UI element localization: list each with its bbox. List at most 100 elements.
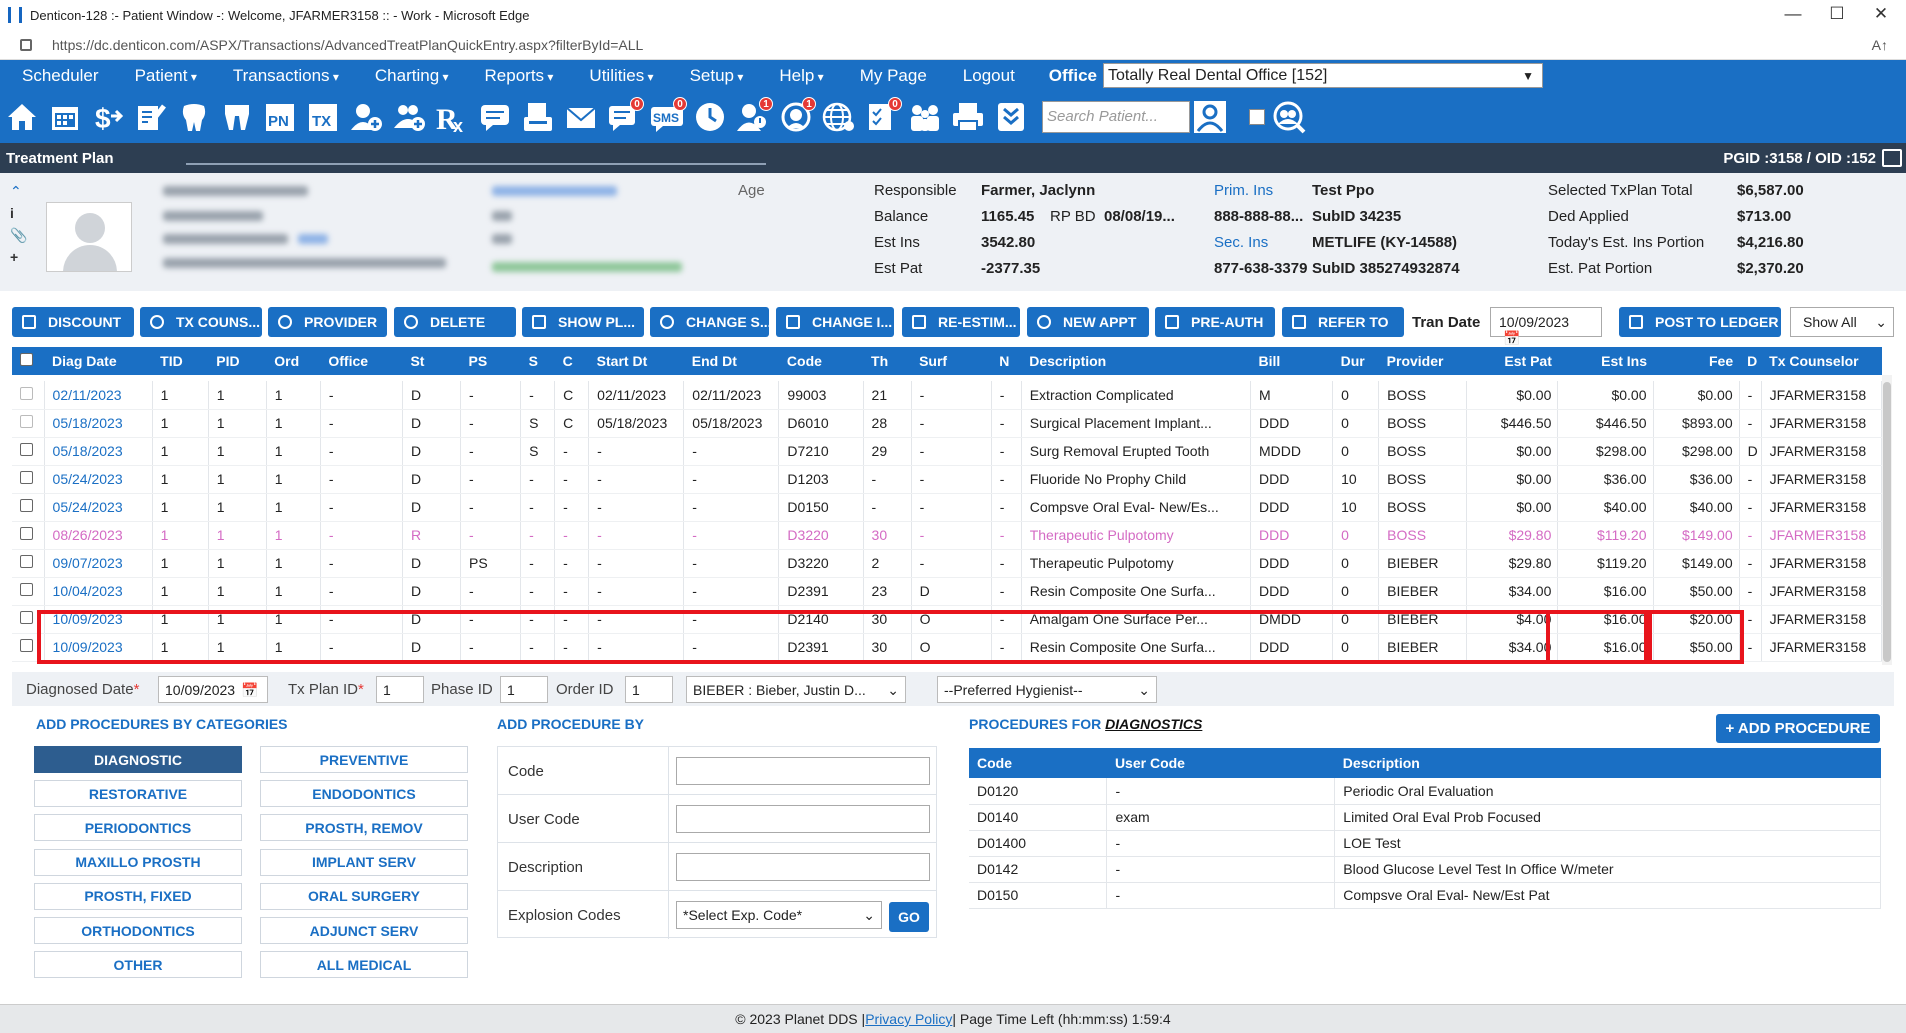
- proc-col-code[interactable]: Code: [969, 748, 1107, 778]
- group-search-icon[interactable]: [1271, 97, 1307, 137]
- row-select-cell[interactable]: [12, 521, 45, 550]
- list-item[interactable]: D0140 exam Limited Oral Eval Prob Focused: [969, 804, 1881, 831]
- change-ins-button[interactable]: CHANGE I...: [776, 307, 894, 337]
- tooth-icon[interactable]: [176, 97, 212, 137]
- tx-icon[interactable]: TX: [305, 97, 341, 137]
- url-text[interactable]: https://dc.denticon.com/ASPX/Transaction…: [52, 37, 643, 53]
- sms-icon[interactable]: SMS 0: [649, 97, 687, 137]
- calendar-icon[interactable]: 📅: [1503, 330, 1520, 346]
- col-office[interactable]: Office: [320, 347, 403, 375]
- address-bar[interactable]: https://dc.denticon.com/ASPX/Transaction…: [0, 30, 1906, 60]
- go-button[interactable]: GO: [889, 902, 929, 932]
- select-all-header[interactable]: [12, 347, 45, 375]
- select-all-checkbox[interactable]: [20, 353, 33, 366]
- quick-checkbox[interactable]: [1249, 109, 1265, 125]
- row-select-cell[interactable]: [12, 577, 45, 606]
- row-checkbox[interactable]: [20, 443, 33, 456]
- menu-transactions[interactable]: Transactions: [233, 66, 339, 86]
- calendar-icon[interactable]: 📅: [241, 682, 258, 698]
- office-select[interactable]: Totally Real Dental Office [152] ▼: [1102, 63, 1543, 88]
- add-patient-icon[interactable]: [348, 97, 384, 137]
- message-icon[interactable]: [477, 97, 513, 137]
- category-prosth-fixed[interactable]: PROSTH, FIXED: [34, 882, 242, 910]
- menu-scheduler[interactable]: Scheduler: [22, 66, 99, 86]
- menu-utilities[interactable]: Utilities: [589, 66, 653, 86]
- col-fee[interactable]: Fee: [1653, 347, 1740, 375]
- table-row[interactable]: 05/18/2023 1 1 1- D - S C 05/18/2023 05/18/2023 D6…: [12, 409, 1883, 438]
- pn-icon[interactable]: PN: [262, 97, 298, 137]
- scan-icon[interactable]: [520, 97, 556, 137]
- menu-help[interactable]: Help: [779, 66, 823, 86]
- menu-reports[interactable]: Reports: [485, 66, 554, 86]
- list-item[interactable]: D0120- Periodic Oral Evaluation: [969, 778, 1881, 805]
- category-periodontics[interactable]: PERIODONTICS: [34, 814, 242, 842]
- teeth-chart-icon[interactable]: [219, 97, 255, 137]
- col-surf[interactable]: Surf: [911, 347, 992, 375]
- calendar-icon[interactable]: [47, 97, 83, 137]
- cell-diag-date[interactable]: 05/18/2023: [44, 437, 153, 466]
- col-tx-counselor[interactable]: Tx Counselor: [1761, 347, 1882, 375]
- col-s[interactable]: S: [520, 347, 555, 375]
- cell-diag-date[interactable]: 09/07/2023: [44, 549, 153, 578]
- order-input[interactable]: 1: [625, 676, 673, 703]
- category-prosth-remov[interactable]: PROSTH, REMOV: [260, 814, 468, 842]
- col-th[interactable]: Th: [863, 347, 912, 375]
- table-row[interactable]: 05/24/2023 1 1 1- D - - - - - D0150- - - Compsve Oral…: [12, 493, 1883, 522]
- list-item[interactable]: D0150- Compsve Oral Eval- New/Est Pat: [969, 882, 1881, 909]
- user-code-input[interactable]: [676, 805, 930, 833]
- rx-icon[interactable]: Rx: [434, 97, 470, 137]
- list-item[interactable]: D0142- Blood Glucose Level Test In Office…: [969, 856, 1881, 883]
- hygienist-select[interactable]: --Preferred Hygienist-- ⌄: [937, 676, 1157, 703]
- minimize-button[interactable]: —: [1770, 4, 1816, 24]
- email-icon[interactable]: [563, 97, 599, 137]
- maximize-button[interactable]: ☐: [1814, 4, 1860, 24]
- col-tid[interactable]: TID: [152, 347, 209, 375]
- explosion-select[interactable]: *Select Exp. Code* ⌄: [676, 901, 882, 929]
- diag-date-input[interactable]: 10/09/2023 📅: [158, 676, 268, 703]
- table-row[interactable]: 05/24/2023 1 1 1- D - - - - - D1203- - - Fluoride No …: [12, 465, 1883, 494]
- tx-counselor-button[interactable]: TX COUNS...: [140, 307, 262, 337]
- col-pid[interactable]: PID: [208, 347, 267, 375]
- category-endodontics[interactable]: ENDODONTICS: [260, 780, 468, 808]
- col-ord[interactable]: Ord: [266, 347, 321, 375]
- privacy-policy-link[interactable]: Privacy Policy: [865, 1011, 952, 1027]
- new-appt-button[interactable]: NEW APPT: [1027, 307, 1149, 337]
- table-row[interactable]: 09/07/2023 1 1 1- D PS - - - - D3220 2- - Therapeutic…: [12, 549, 1883, 578]
- printer-icon[interactable]: [950, 97, 986, 137]
- table-row[interactable]: 05/18/2023 1 1 1- D - S - - - D7210 29- - Surg Remova…: [12, 437, 1883, 466]
- category-all-medical[interactable]: ALL MEDICAL: [260, 951, 468, 979]
- row-select-cell[interactable]: [12, 409, 45, 438]
- category-oral-surgery[interactable]: ORAL SURGERY: [260, 882, 468, 910]
- tx-plan-input[interactable]: 1: [376, 676, 424, 703]
- category-maxillo-prosth[interactable]: MAXILLO PROSTH: [34, 848, 242, 876]
- col-est-pat[interactable]: Est Pat: [1466, 347, 1558, 375]
- add-icon[interactable]: +: [10, 249, 24, 271]
- cell-diag-date[interactable]: 02/11/2023: [44, 381, 153, 410]
- category-adjunct-serv[interactable]: ADJUNCT SERV: [260, 917, 468, 944]
- grid-scrollbar-thumb[interactable]: [1883, 382, 1891, 662]
- cell-diag-date[interactable]: 05/24/2023: [44, 493, 153, 522]
- patient-search-icon[interactable]: [1192, 97, 1228, 137]
- table-row[interactable]: 02/11/2023 1 1 1- D - - C 02/11/2023 02/11/2023 99…: [12, 381, 1883, 410]
- chat-icon[interactable]: 0: [606, 97, 644, 137]
- prim-ins-link[interactable]: Prim. Ins: [1214, 182, 1273, 199]
- row-checkbox[interactable]: [20, 499, 33, 512]
- category-other[interactable]: OTHER: [34, 951, 242, 979]
- attachment-icon[interactable]: 📎: [10, 227, 27, 249]
- row-checkbox[interactable]: [20, 471, 33, 484]
- col-dur[interactable]: Dur: [1332, 347, 1379, 375]
- col-est-ins[interactable]: Est Ins: [1557, 347, 1654, 375]
- show-all-select[interactable]: Show All ⌄: [1790, 307, 1894, 337]
- proc-col-description[interactable]: Description: [1334, 748, 1881, 778]
- code-input[interactable]: [676, 757, 930, 785]
- clock-icon[interactable]: [692, 97, 728, 137]
- discount-button[interactable]: DISCOUNT: [12, 307, 134, 337]
- table-row[interactable]: 10/04/2023 1 1 1- D - - - - - D2391 23 D - Resin Compo…: [12, 577, 1883, 606]
- row-select-cell[interactable]: [12, 549, 45, 578]
- col-c[interactable]: C: [554, 347, 589, 375]
- home-icon[interactable]: [4, 97, 40, 137]
- col-code[interactable]: Code: [778, 347, 864, 375]
- description-input[interactable]: [676, 853, 930, 881]
- notes-icon[interactable]: [133, 97, 169, 137]
- close-button[interactable]: ✕: [1858, 4, 1904, 24]
